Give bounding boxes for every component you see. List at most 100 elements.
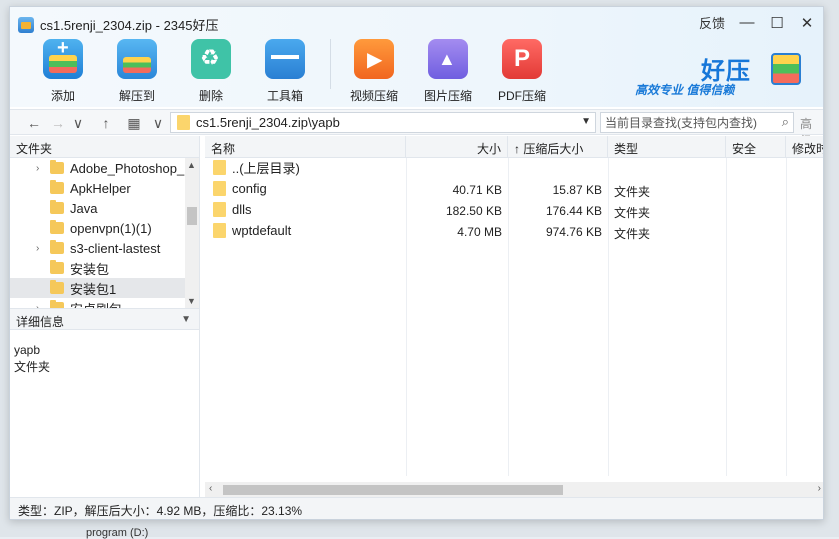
file-list: 名称 大小 ↑ 压缩后大小 类型 安全 修改时 ..(上层目录) config …: [205, 136, 823, 498]
table-row[interactable]: ..(上层目录): [205, 158, 823, 179]
file-type: [608, 158, 726, 179]
file-name: config: [232, 181, 267, 196]
tree-item[interactable]: 安装包: [10, 258, 199, 278]
folder-icon: [213, 160, 226, 175]
view-mode-dropdown-icon[interactable]: ∨: [148, 113, 168, 133]
extract-icon: [117, 39, 157, 79]
toolbox-button[interactable]: 工具箱: [252, 39, 318, 104]
tree-item-label: openvpn(1)(1): [70, 220, 152, 236]
tree-item[interactable]: › 安卓刷包: [10, 298, 199, 308]
tree-item-label: 安装包: [70, 261, 110, 277]
scroll-left-icon[interactable]: ‹: [209, 483, 212, 494]
folder-icon: [50, 260, 64, 274]
tree-scrollbar[interactable]: ▲ ▼: [185, 158, 199, 308]
tree-item-label: 安卓刷包: [70, 299, 122, 309]
path-field[interactable]: cs1.5renji_2304.zip\yapb ▼: [170, 112, 596, 133]
table-row[interactable]: config 40.71 KB 15.87 KB 文件夹: [205, 179, 823, 200]
forward-arrow-icon[interactable]: →: [48, 113, 68, 133]
history-dropdown-icon[interactable]: ∨: [68, 113, 88, 133]
expand-arrow-icon[interactable]: ›: [36, 243, 39, 254]
file-type: 文件夹: [614, 206, 651, 220]
collapse-caret-icon[interactable]: ▼: [181, 314, 191, 325]
folder-icon: [50, 160, 64, 174]
file-size: [406, 158, 508, 179]
tree-item-selected[interactable]: 安装包1: [10, 278, 199, 298]
column-security[interactable]: 安全: [726, 136, 786, 158]
detail-name: yapb: [14, 343, 41, 357]
feedback-link[interactable]: 反馈: [699, 13, 725, 32]
minimize-button[interactable]: —: [739, 14, 755, 32]
file-compressed-size: 176.44 KB: [545, 204, 602, 218]
folder-icon: [213, 181, 226, 196]
close-button[interactable]: ✕: [799, 14, 815, 32]
file-type: 文件夹: [614, 227, 651, 241]
column-size[interactable]: 大小: [406, 136, 508, 158]
add-button[interactable]: 添加: [30, 37, 96, 104]
image-compress-button[interactable]: 图片压缩: [415, 39, 481, 104]
pdf-icon: [502, 39, 542, 79]
video-label: 视频压缩: [349, 89, 398, 103]
up-arrow-icon[interactable]: ↑: [96, 113, 116, 133]
toolbox-label: 工具箱: [266, 89, 303, 103]
column-header-row: 名称 大小 ↑ 压缩后大小 类型 安全 修改时: [205, 136, 823, 158]
tree-item-label: Java: [70, 200, 98, 216]
column-name[interactable]: 名称: [205, 136, 406, 158]
tree-item[interactable]: › Adobe_Photoshop_: [10, 158, 199, 178]
recycle-icon: [191, 39, 231, 79]
path-dropdown-icon[interactable]: ▼: [581, 116, 591, 127]
tree-item[interactable]: ApkHelper: [10, 178, 199, 198]
toolbar-divider: [330, 39, 331, 89]
folder-icon: [213, 223, 226, 238]
delete-label: 删除: [198, 89, 223, 103]
file-size: 40.71 KB: [452, 183, 502, 197]
scroll-right-icon[interactable]: ›: [818, 483, 821, 494]
main-toolbar: 添加 解压到 删除 工具箱 视频压缩 图片压缩: [30, 37, 563, 104]
file-compressed-size: 974.76 KB: [545, 225, 602, 239]
tree-item[interactable]: openvpn(1)(1): [10, 218, 199, 238]
file-size: 182.50 KB: [445, 204, 502, 218]
tree-item-label: ApkHelper: [70, 180, 131, 196]
column-modified[interactable]: 修改时: [786, 136, 823, 158]
video-icon: [354, 39, 394, 79]
column-type[interactable]: 类型: [608, 136, 726, 158]
folder-icon: [50, 220, 64, 234]
column-compressed-size[interactable]: ↑ 压缩后大小: [508, 136, 608, 158]
detail-panel-header[interactable]: 详细信息 ▼: [10, 308, 199, 330]
maximize-button[interactable]: ☐: [769, 14, 785, 32]
window-title: cs1.5renji_2304.zip - 2345好压: [40, 18, 219, 33]
extract-button[interactable]: 解压到: [104, 39, 170, 104]
tree-item[interactable]: › s3-client-lastest: [10, 238, 199, 258]
tree-item[interactable]: Java: [10, 198, 199, 218]
status-bar: 类型：ZIP，解压后大小：4.92 MB，压缩比：23.13%: [10, 497, 823, 519]
folder-icon: [177, 115, 190, 130]
delete-button[interactable]: 删除: [178, 39, 244, 104]
scroll-thumb[interactable]: [187, 207, 197, 225]
folder-tree: › Adobe_Photoshop_ ApkHelper Java openvp…: [10, 158, 199, 308]
add-archive-icon: [43, 37, 83, 79]
horizontal-scrollbar[interactable]: ‹ ›: [205, 482, 823, 498]
add-label: 添加: [50, 89, 75, 103]
search-icon[interactable]: ⌕: [782, 114, 789, 130]
back-arrow-icon[interactable]: ←: [24, 113, 44, 133]
expand-arrow-icon[interactable]: ›: [36, 163, 39, 174]
pdf-label: PDF压缩: [497, 89, 546, 103]
scroll-thumb[interactable]: [223, 485, 563, 495]
pdf-compress-button[interactable]: PDF压缩: [489, 39, 555, 104]
file-compressed-size: [508, 158, 608, 179]
video-compress-button[interactable]: 视频压缩: [341, 39, 407, 104]
search-input[interactable]: 当前目录查找(支持包内查找) ⌕: [600, 112, 794, 133]
detail-panel: yapb 文件夹: [10, 330, 199, 388]
brand-slogan: 高效专业 值得信赖: [635, 83, 735, 97]
table-row[interactable]: dlls 182.50 KB 176.44 KB 文件夹: [205, 200, 823, 221]
folder-icon: [50, 200, 64, 214]
folder-icon: [50, 240, 64, 254]
tree-item-label: 安装包1: [70, 281, 117, 297]
detail-header-label: 详细信息: [16, 315, 65, 329]
scroll-up-icon[interactable]: ▲: [187, 160, 196, 170]
scroll-down-icon[interactable]: ▼: [187, 296, 196, 306]
file-type: 文件夹: [614, 185, 651, 199]
view-mode-icon[interactable]: ▦: [124, 113, 144, 133]
tree-item-label: s3-client-lastest: [70, 240, 161, 256]
folder-pane-header: 文件夹: [10, 136, 199, 158]
table-row[interactable]: wptdefault 4.70 MB 974.76 KB 文件夹: [205, 221, 823, 242]
